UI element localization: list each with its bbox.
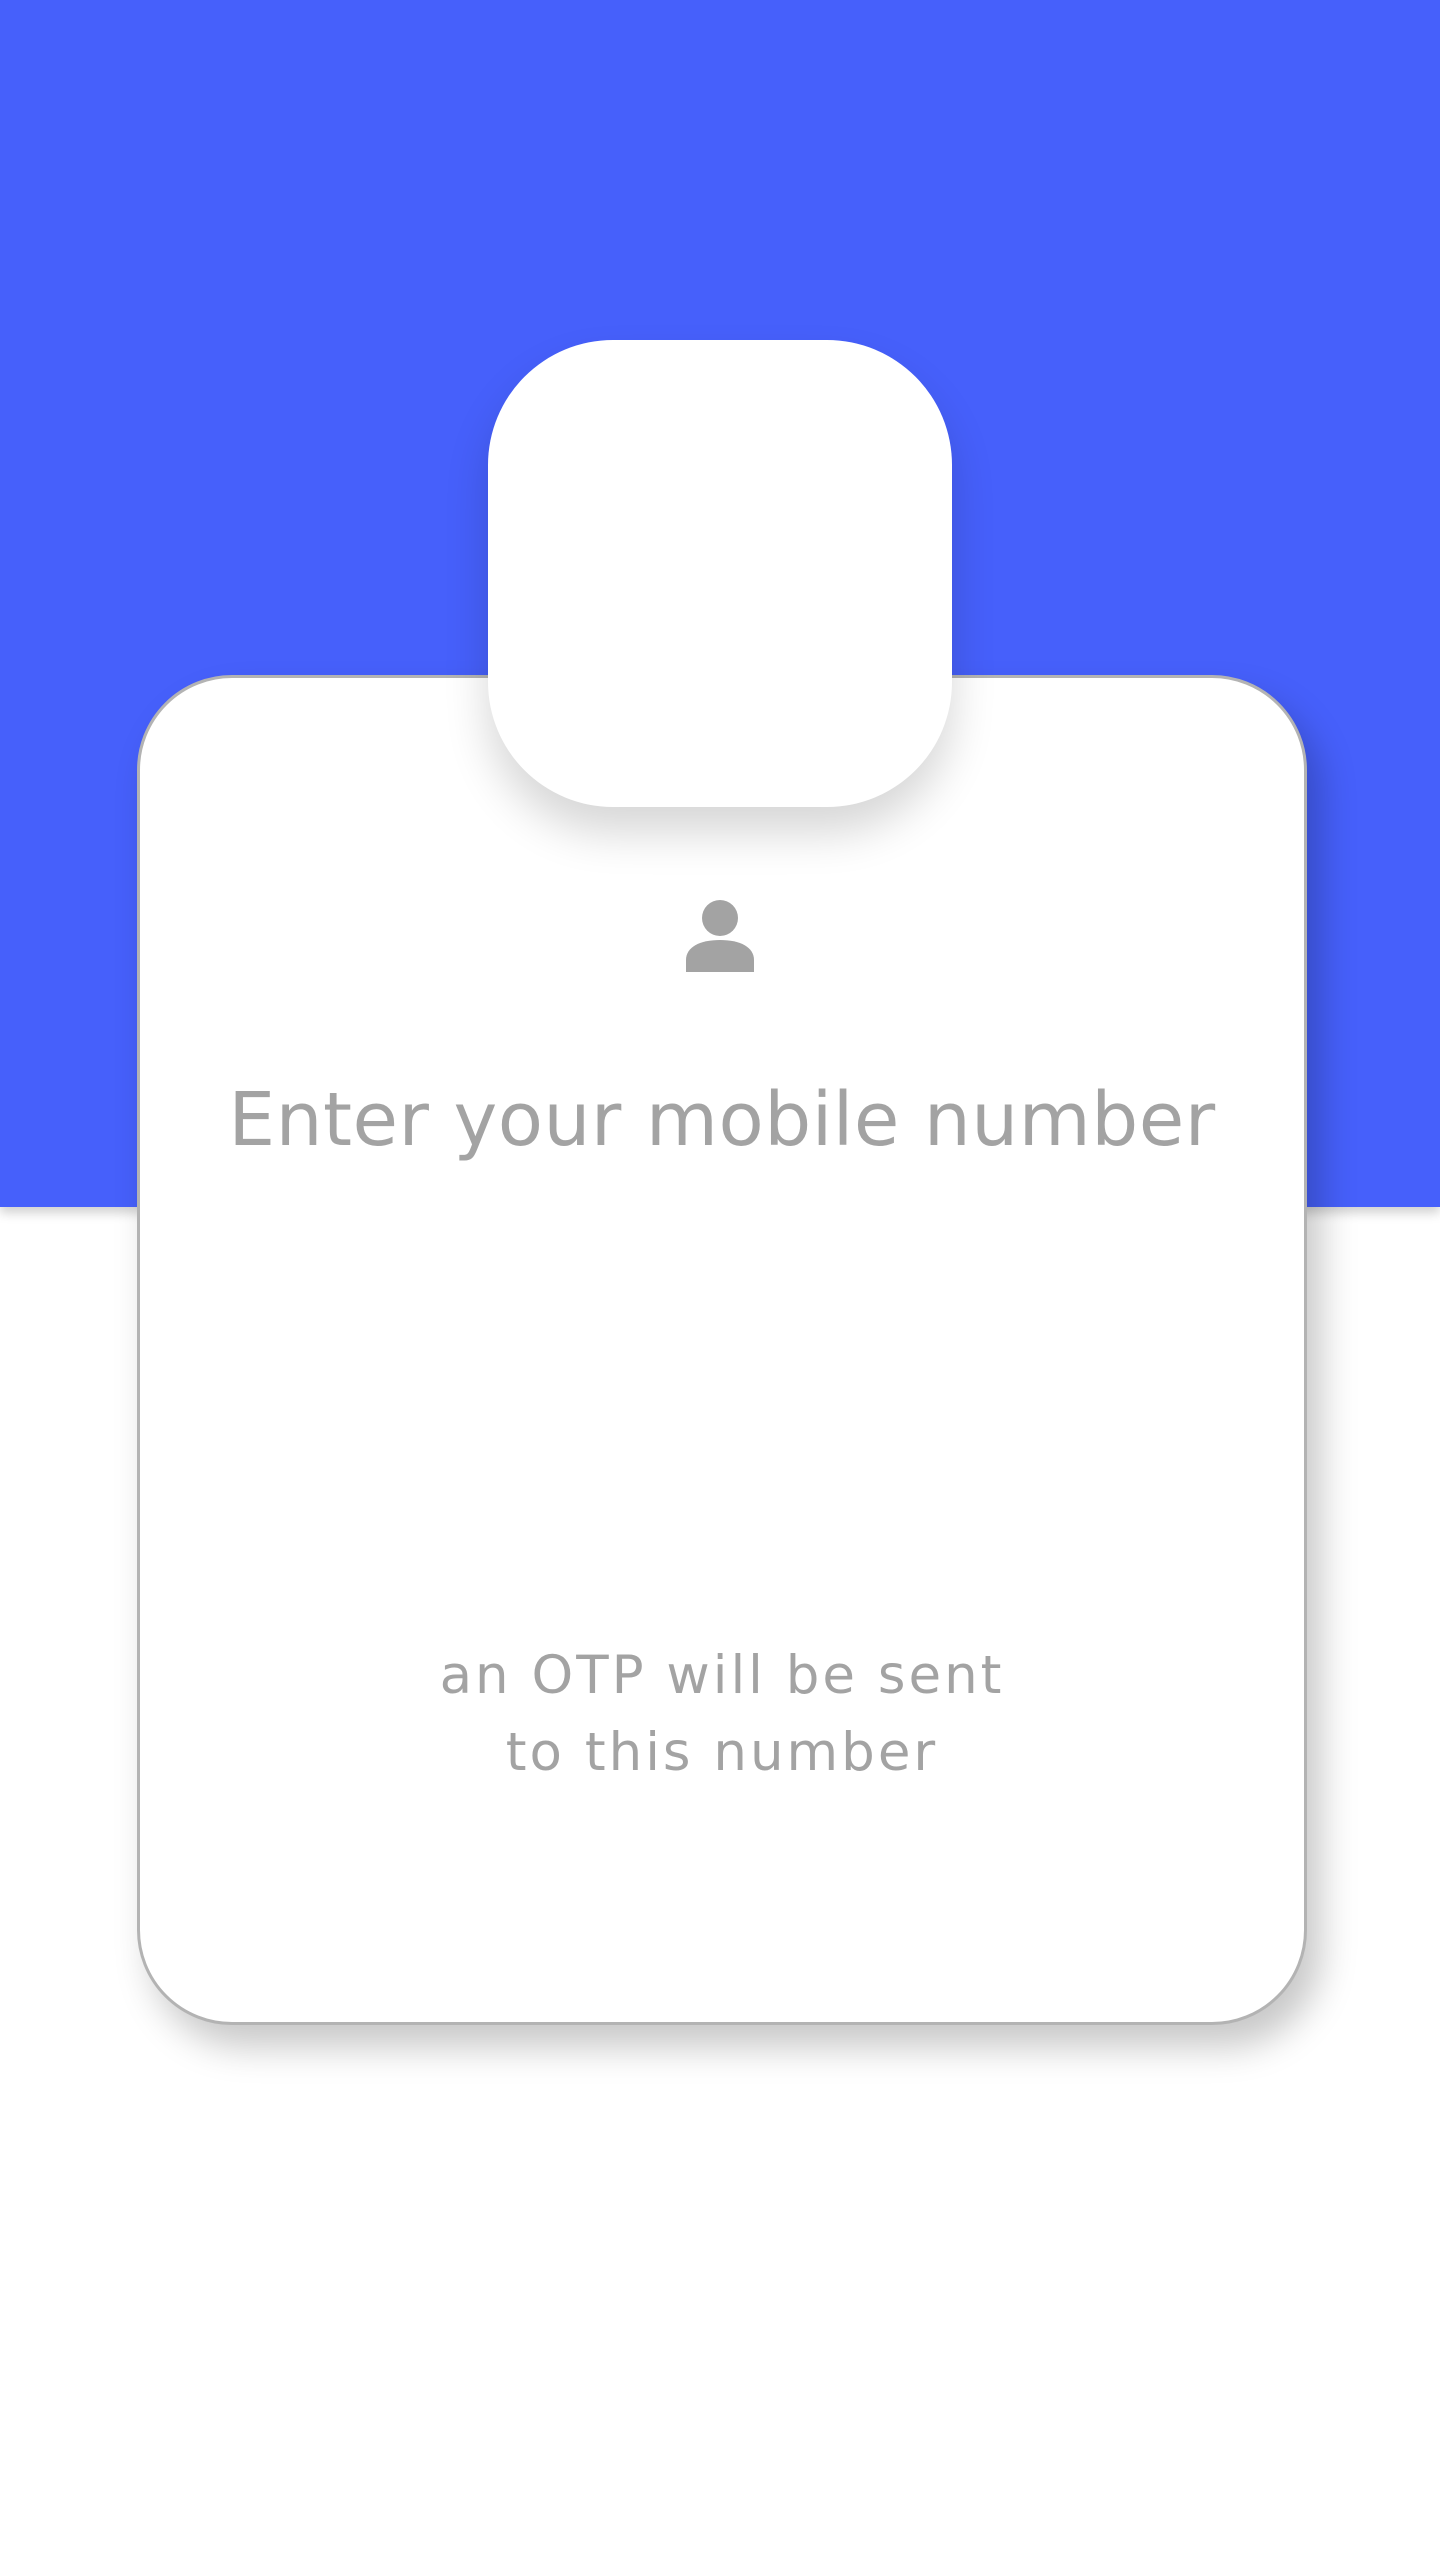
- app-logo-tile: [488, 340, 952, 807]
- person-icon: [686, 900, 754, 972]
- otp-hint-line-1: an OTP will be sent: [439, 1645, 1005, 1706]
- otp-login-screen: Enter your mobile number an OTP will be …: [0, 0, 1440, 2560]
- mobile-number-prompt: Enter your mobile number: [228, 1077, 1216, 1163]
- otp-hint-line-2: to this number: [505, 1722, 939, 1783]
- login-card: [137, 675, 1307, 2025]
- otp-hint: an OTP will be sent to this number: [137, 1637, 1307, 1791]
